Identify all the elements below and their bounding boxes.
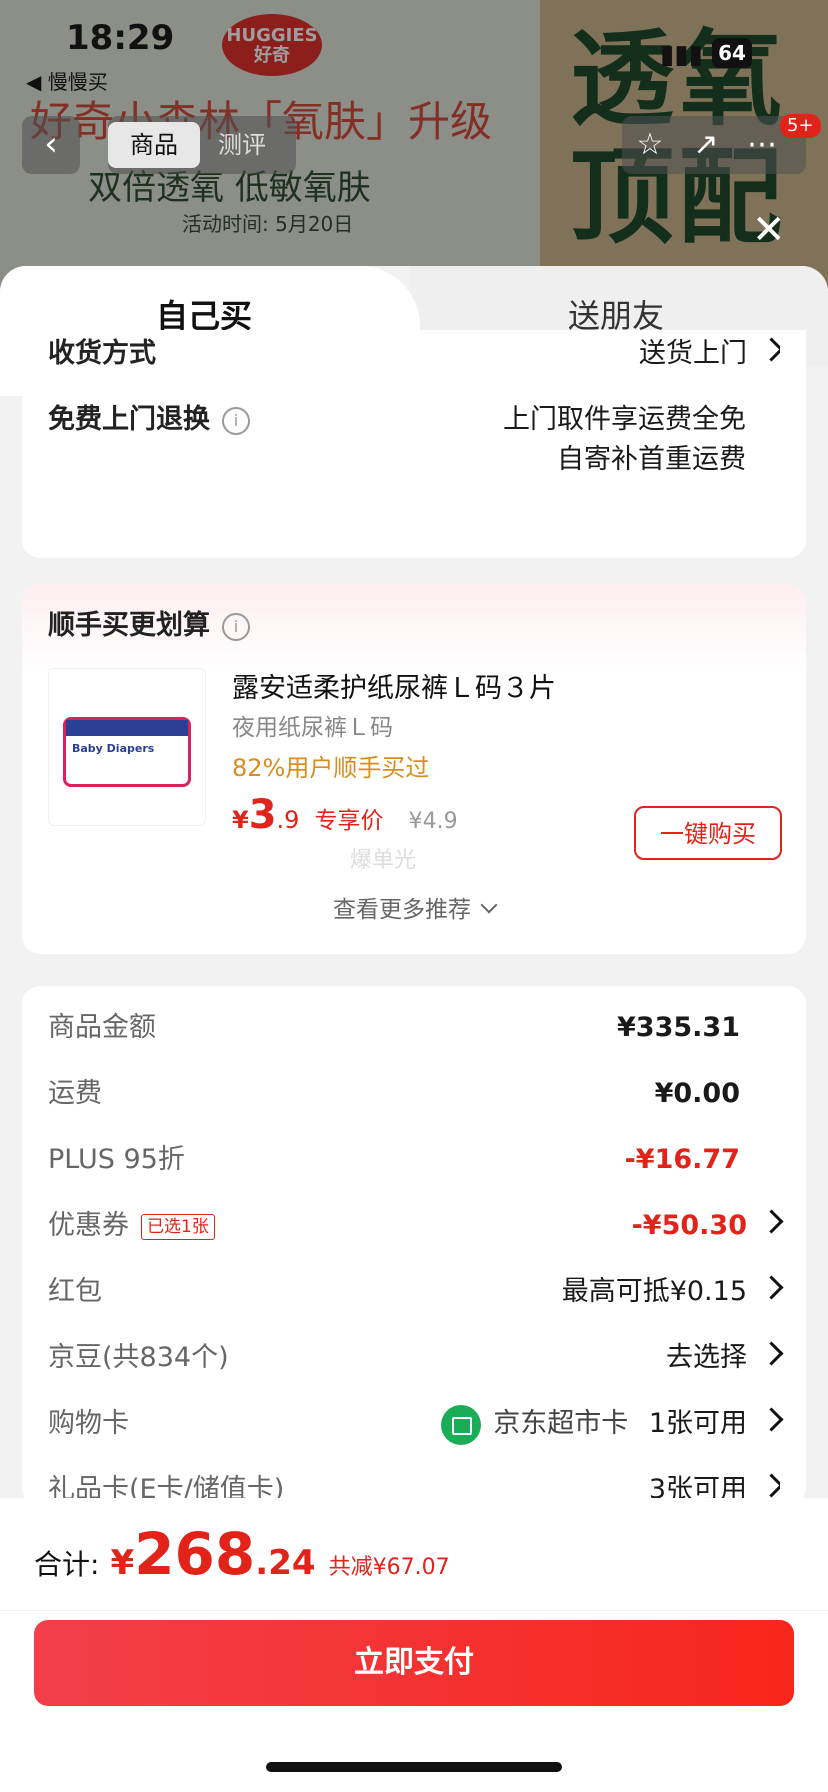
coupon-row[interactable]: 优惠券 已选1张 -¥50.30 (48, 1206, 784, 1246)
status-time: 18:29 (66, 18, 175, 58)
freight-row: 运费 ¥0.00 (48, 1074, 780, 1114)
message-badge: 5+ (780, 114, 821, 138)
price-summary-card: 商品金额 ¥335.31 运费 ¥0.00 PLUS 95折 -¥16.77 优… (22, 986, 806, 1506)
total-dec: .24 (255, 1543, 316, 1583)
freight-value: ¥0.00 (654, 1078, 740, 1109)
chevron-left-icon: ‹ (44, 124, 58, 164)
free-return-row: 免费上门退换 i 上门取件享运费全免 自寄补首重运费 (48, 400, 780, 475)
addon-product-name[interactable]: 露安适柔护纸尿裤Ｌ码３片 (232, 666, 556, 705)
total-label: 合计: (34, 1548, 100, 1581)
nav-actions: ☆ ↗ ⋯ (622, 116, 806, 174)
diaper-pack-label: Baby Diapers (72, 742, 155, 755)
plus-discount-label: PLUS 95折 (48, 1144, 185, 1175)
signal-icon: ▮▮▮ (660, 40, 703, 70)
one-click-buy-button[interactable]: 一键购买 (634, 806, 782, 860)
redpack-value: 最高可抵¥0.15 (561, 1276, 747, 1307)
freight-label: 运费 (48, 1078, 102, 1109)
battery-icon: 64 (712, 38, 752, 68)
delivery-method-value: 送货上门 (639, 338, 747, 369)
diaper-pack-icon: Baby Diapers (63, 717, 191, 787)
shopping-card-name: 京东超市卡 (493, 1408, 629, 1439)
coupon-label: 优惠券 (48, 1210, 129, 1241)
addon-price-orig: ¥4.9 (408, 809, 458, 834)
checkout-bottom-bar: 合计: ¥268.24 共减¥67.07 立即支付 (0, 1498, 828, 1792)
info-icon[interactable]: i (222, 612, 250, 641)
addon-title-row: 顺手买更划算 i (48, 606, 780, 646)
jd-beans-value: 去选择 (666, 1342, 747, 1373)
addon-product-stat: 82%用户顺手买过 (232, 754, 430, 782)
share-icon[interactable]: ↗ (678, 116, 734, 174)
free-return-label: 免费上门退换 (48, 404, 210, 435)
total-symbol: ¥ (110, 1543, 135, 1583)
back-button[interactable]: ‹ (22, 116, 80, 174)
addon-card: 顺手买更划算 i Baby Diapers 露安适柔护纸尿裤Ｌ码３片 夜用纸尿裤Ｌ… (22, 584, 806, 954)
coupon-value: -¥50.30 (631, 1210, 747, 1241)
see-more-link[interactable]: 查看更多推荐 (22, 890, 806, 924)
chevron-down-icon (480, 896, 498, 914)
addon-title: 顺手买更划算 (48, 610, 210, 641)
goods-amount-label: 商品金额 (48, 1012, 156, 1043)
chevron-right-icon (759, 1275, 784, 1300)
jd-beans-label: 京豆(共834个) (48, 1342, 229, 1373)
tab-product[interactable]: 商品 (108, 122, 200, 168)
shopping-card-value: 1张可用 (648, 1408, 747, 1439)
chevron-right-icon (759, 1209, 784, 1234)
addon-price-int: 3 (248, 792, 277, 838)
chevron-right-icon (759, 1407, 784, 1432)
delivery-method-row[interactable]: 收货方式 送货上门 (48, 334, 780, 374)
coupon-selected-tag: 已选1张 (141, 1213, 215, 1240)
redpack-row[interactable]: 红包 最高可抵¥0.15 (48, 1272, 784, 1312)
goods-amount-value: ¥335.31 (617, 1012, 740, 1043)
free-return-line1: 上门取件享运费全免 (503, 404, 746, 435)
shopping-card-row[interactable]: 购物卡 京东超市卡 1张可用 (48, 1404, 784, 1445)
product-banner: 透氧顶配 好奇小森林「氧肤」升级 双倍透氧 低敏氧肤 活动时间: 5月20日 H… (0, 0, 828, 300)
goods-amount-row: 商品金额 ¥335.31 (48, 1008, 780, 1048)
addon-price-dec: .9 (276, 806, 300, 834)
watermark-text: 爆单光 (350, 848, 417, 873)
chevron-right-icon (759, 1473, 780, 1498)
redpack-label: 红包 (48, 1276, 102, 1307)
chevron-right-icon (759, 337, 780, 362)
addon-price-symbol: ¥ (232, 806, 249, 834)
pay-now-button[interactable]: 立即支付 (34, 1620, 794, 1706)
jd-beans-row[interactable]: 京豆(共834个) 去选择 (48, 1338, 784, 1378)
delivery-method-label: 收货方式 (48, 338, 156, 369)
addon-price-tag: 专享价 (314, 808, 384, 834)
divider (0, 1610, 828, 1611)
chevron-right-icon (759, 1341, 784, 1366)
product-nav-tabs: 商品 测评 (108, 116, 296, 174)
addon-product-image[interactable]: Baby Diapers (48, 668, 206, 826)
plus-discount-row: PLUS 95折 -¥16.77 (48, 1140, 780, 1180)
tab-review[interactable]: 测评 (218, 122, 266, 168)
delivery-card: 收货方式 送货上门 免费上门退换 i 上门取件享运费全免 自寄补首重运费 (22, 330, 806, 558)
addon-product-desc: 夜用纸尿裤Ｌ码 (232, 715, 393, 741)
home-indicator[interactable] (266, 1762, 562, 1772)
free-return-line2: 自寄补首重运费 (557, 444, 746, 475)
back-to-app-link[interactable]: ◀ 慢慢买 (26, 66, 108, 95)
total-saved: 共减¥67.07 (328, 1555, 450, 1580)
star-icon[interactable]: ☆ (622, 116, 678, 174)
info-icon[interactable]: i (222, 406, 250, 435)
total-int: 268 (134, 1520, 256, 1588)
total-row: 合计: ¥268.24 共减¥67.07 (34, 1520, 450, 1588)
close-icon[interactable]: ✕ (752, 210, 786, 250)
see-more-label: 查看更多推荐 (333, 897, 471, 923)
plus-discount-value: -¥16.77 (624, 1144, 740, 1175)
supermarket-card-icon (441, 1404, 482, 1445)
shopping-card-label: 购物卡 (48, 1408, 129, 1439)
addon-price: ¥3.9 专享价 ¥4.9 (232, 792, 458, 838)
